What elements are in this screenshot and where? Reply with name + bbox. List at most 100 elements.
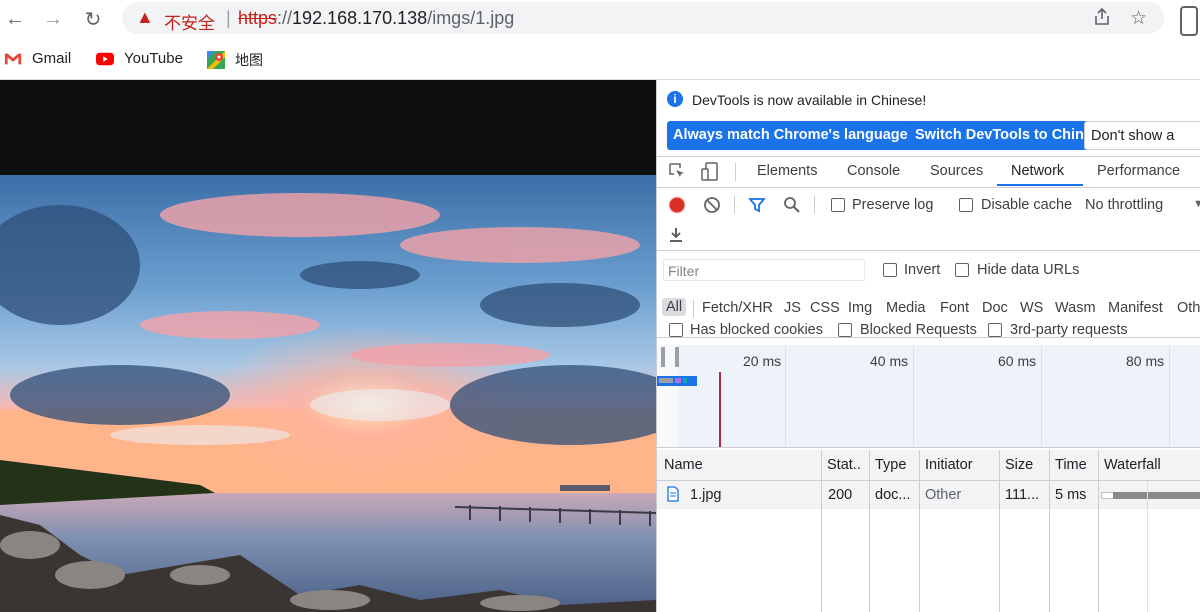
request-bar-waiting	[659, 378, 673, 383]
bookmark-label: YouTube	[124, 50, 183, 67]
preserve-log-label: Preserve log	[852, 197, 934, 213]
reload-icon[interactable]: ↻	[80, 6, 106, 32]
column-time[interactable]: Time	[1055, 457, 1087, 473]
has-blocked-cookies-checkbox[interactable]	[669, 323, 683, 337]
blocked-requests-checkbox[interactable]	[838, 323, 852, 337]
column-type[interactable]: Type	[875, 457, 906, 473]
forward-arrow-icon[interactable]: →	[40, 6, 66, 32]
column-name[interactable]: Name	[664, 457, 703, 473]
document-icon	[667, 486, 679, 506]
toolbar-separator	[814, 196, 815, 214]
tab-console[interactable]: Console	[847, 163, 900, 179]
disable-cache-label: Disable cache	[981, 197, 1073, 213]
timeline-tick: 80 ms	[1126, 353, 1165, 369]
cell-size: 111...	[1005, 487, 1040, 503]
throttling-dropdown-icon[interactable]: ▼	[1193, 198, 1200, 210]
search-icon[interactable]	[783, 196, 801, 219]
youtube-icon	[96, 52, 114, 66]
third-party-requests-checkbox[interactable]	[988, 323, 1002, 337]
url-text[interactable]: https://192.168.170.138/imgs/1.jpg	[238, 8, 514, 29]
column-size[interactable]: Size	[1005, 457, 1033, 473]
star-icon[interactable]: ☆	[1130, 7, 1147, 30]
warning-triangle-icon[interactable]: ▲	[136, 7, 154, 28]
table-row[interactable]: 1.jpg 200 doc... Other 111... 5 ms	[657, 481, 1200, 509]
throttling-select[interactable]: No throttling	[1085, 197, 1163, 213]
blocked-requests-label: Blocked Requests	[860, 322, 977, 338]
filter-icon[interactable]	[748, 196, 766, 219]
maps-icon	[207, 51, 225, 69]
request-bar-download	[683, 378, 687, 383]
window-grip-left[interactable]	[661, 347, 665, 367]
filter-bar: Filter Invert Hide data URLs All Fetch/X…	[657, 251, 1200, 338]
timeline-gridline	[1041, 345, 1042, 447]
filter-type-js[interactable]: JS	[784, 300, 801, 316]
invert-checkbox[interactable]	[883, 263, 897, 277]
column-divider	[1049, 450, 1050, 612]
bookmark-label: Gmail	[32, 50, 72, 67]
tab-separator	[735, 163, 736, 181]
waterfall-gridline	[1147, 481, 1148, 612]
filter-type-img[interactable]: Img	[848, 300, 872, 316]
filter-type-other[interactable]: Oth	[1177, 300, 1200, 316]
column-divider	[999, 450, 1000, 612]
address-bar[interactable]: ▲ 不安全 | https://192.168.170.138/imgs/1.j…	[122, 2, 1164, 34]
clear-icon[interactable]	[703, 196, 721, 219]
cell-name[interactable]: 1.jpg	[690, 487, 721, 503]
hide-data-urls-checkbox[interactable]	[955, 263, 969, 277]
column-divider	[1098, 450, 1099, 612]
filter-type-fetch-xhr[interactable]: Fetch/XHR	[702, 300, 773, 316]
overview-background	[657, 345, 1200, 447]
share-icon[interactable]	[1092, 7, 1112, 33]
omnibox-separator: |	[226, 8, 231, 28]
active-tab-indicator	[997, 184, 1083, 186]
tab-network[interactable]: Network	[1011, 163, 1064, 179]
filter-type-manifest[interactable]: Manifest	[1108, 300, 1163, 316]
bookmark-youtube[interactable]: YouTube	[96, 50, 183, 67]
cell-status: 200	[828, 487, 853, 503]
filter-type-all[interactable]: All	[662, 298, 687, 316]
inspect-element-icon[interactable]	[668, 162, 686, 185]
bookmark-maps[interactable]: 地图	[207, 50, 263, 70]
displayed-image[interactable]	[0, 175, 656, 612]
tab-performance[interactable]: Performance	[1097, 163, 1180, 179]
cell-initiator: Other	[925, 487, 962, 503]
disable-cache-checkbox[interactable]	[959, 198, 973, 212]
column-divider	[919, 450, 920, 612]
tab-sources[interactable]: Sources	[930, 163, 983, 179]
match-chrome-language-button[interactable]: Always match Chrome's language	[667, 121, 914, 150]
filter-type-css[interactable]: CSS	[810, 300, 840, 316]
column-status[interactable]: Stat..	[827, 457, 861, 473]
network-overview[interactable]: 20 ms 40 ms 60 ms 80 ms	[657, 345, 1200, 448]
browser-toolbar: ← → ↻ ▲ 不安全 | https://192.168.170.138/im…	[0, 0, 1200, 38]
filter-type-media[interactable]: Media	[886, 300, 926, 316]
column-divider	[821, 450, 822, 612]
device-toolbar-icon[interactable]	[701, 162, 719, 187]
tab-elements[interactable]: Elements	[757, 163, 817, 179]
dont-show-again-button[interactable]: Don't show a	[1084, 121, 1200, 150]
back-arrow-icon[interactable]: ←	[2, 6, 28, 32]
preserve-log-checkbox[interactable]	[831, 198, 845, 212]
column-waterfall[interactable]: Waterfall	[1104, 457, 1161, 473]
url-scheme: https	[238, 8, 278, 28]
filter-separator	[693, 300, 694, 318]
filter-input[interactable]: Filter	[663, 259, 865, 281]
column-initiator[interactable]: Initiator	[925, 457, 973, 473]
bookmark-gmail[interactable]: Gmail	[4, 50, 71, 67]
gmail-icon	[4, 52, 22, 66]
timeline-tick: 40 ms	[870, 353, 909, 369]
filter-type-font[interactable]: Font	[940, 300, 969, 316]
url-scheme-separator: ://	[277, 8, 293, 28]
devtools-panel: i DevTools is now available in Chinese! …	[656, 80, 1200, 612]
import-har-icon[interactable]	[668, 226, 684, 249]
security-status-label[interactable]: 不安全	[164, 9, 215, 34]
filter-type-doc[interactable]: Doc	[982, 300, 1008, 316]
request-bar-ttfb	[675, 378, 681, 383]
filter-type-ws[interactable]: WS	[1020, 300, 1043, 316]
filter-type-wasm[interactable]: Wasm	[1055, 300, 1096, 316]
waterfall-bar	[1113, 492, 1200, 499]
side-panel-icon[interactable]	[1180, 6, 1198, 36]
window-grip-right[interactable]	[675, 347, 679, 367]
record-icon[interactable]	[668, 196, 686, 219]
timeline-gridline	[1169, 345, 1170, 447]
third-party-requests-label: 3rd-party requests	[1010, 322, 1128, 338]
